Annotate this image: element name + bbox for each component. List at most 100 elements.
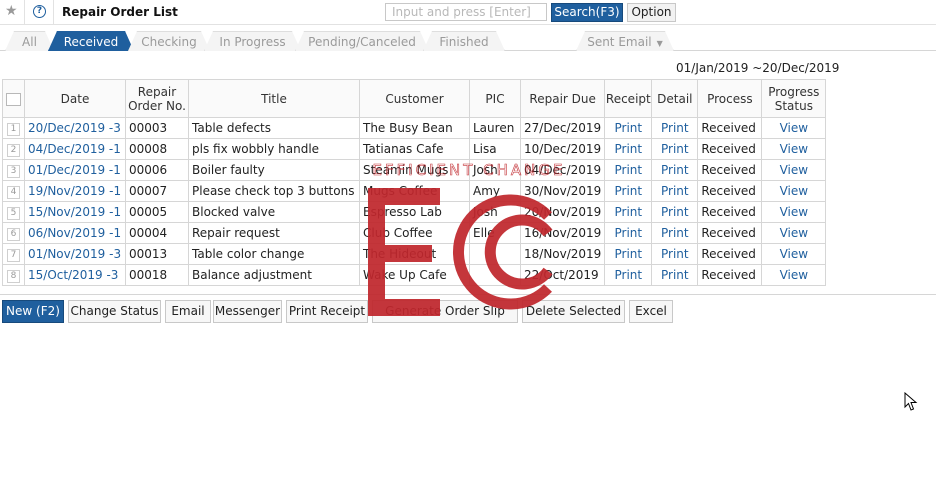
row-number-badge[interactable]: 1 [7, 123, 20, 136]
receipt-print-link[interactable]: Print [604, 180, 653, 202]
cell-process: Received [697, 222, 763, 244]
receipt-print-link[interactable]: Print [604, 201, 653, 223]
cell-date[interactable]: 01/Dec/2019 -1 [24, 159, 126, 181]
help-icon[interactable]: ? [33, 5, 46, 18]
row-number-badge[interactable]: 7 [7, 249, 20, 262]
header-customer[interactable]: Customer [359, 79, 470, 118]
table-header-row: Date Repair Order No. Title Customer PIC … [2, 79, 827, 118]
tab-sent-email-label: Sent Email [587, 35, 652, 49]
option-button[interactable]: Option [627, 3, 676, 22]
row-number-badge[interactable]: 6 [7, 228, 20, 241]
tab-pending-canceled[interactable]: Pending/Canceled [295, 31, 429, 51]
table-row[interactable]: 1 20/Dec/2019 -3 00003 Table defects The Bus… [2, 117, 827, 139]
header-date[interactable]: Date [24, 79, 126, 118]
new-button[interactable]: New (F2) [2, 300, 64, 323]
print-receipt-button[interactable]: Print Receipt [286, 300, 368, 323]
detail-print-link[interactable]: Print [651, 201, 699, 223]
row-number: 3 [2, 159, 25, 181]
row-number-badge[interactable]: 8 [7, 270, 20, 283]
header-detail[interactable]: Detail [651, 79, 699, 118]
cell-date[interactable]: 01/Nov/2019 -3 [24, 243, 126, 265]
header-ro-line1: Repair [137, 84, 177, 99]
cell-pic: Lauren [469, 117, 521, 139]
detail-print-link[interactable]: Print [651, 264, 699, 286]
email-button[interactable]: Email [165, 300, 211, 323]
detail-print-link[interactable]: Print [651, 159, 699, 181]
cell-process: Received [697, 201, 763, 223]
select-all-header [2, 79, 25, 118]
cell-date[interactable]: 06/Nov/2019 -1 [24, 222, 126, 244]
progress-view-link[interactable]: View [761, 222, 827, 244]
header-repair-order-no[interactable]: Repair Order No. [125, 79, 189, 118]
header-repair-due[interactable]: Repair Due [519, 79, 606, 118]
tab-in-progress[interactable]: In Progress [204, 31, 301, 51]
progress-view-link[interactable]: View [761, 117, 827, 139]
tab-all[interactable]: All [5, 31, 54, 51]
header-pic[interactable]: PIC [469, 79, 521, 118]
receipt-print-link[interactable]: Print [604, 264, 653, 286]
star-icon[interactable]: ★ [5, 3, 18, 19]
row-number: 5 [2, 201, 25, 223]
receipt-print-link[interactable]: Print [604, 117, 653, 139]
mouse-cursor-icon [904, 392, 918, 411]
progress-view-link[interactable]: View [761, 159, 827, 181]
row-number-badge[interactable]: 5 [7, 207, 20, 220]
header-process[interactable]: Process [697, 79, 763, 118]
row-number-badge[interactable]: 4 [7, 186, 20, 199]
search-input[interactable] [385, 3, 547, 21]
cell-title: Table defects [188, 117, 360, 139]
cell-title: Table color change [188, 243, 360, 265]
header-title[interactable]: Title [188, 79, 360, 118]
cell-repair-order-no: 00006 [125, 159, 189, 181]
cell-title: pls fix wobbly handle [188, 138, 360, 160]
cell-title: Balance adjustment [188, 264, 360, 286]
detail-print-link[interactable]: Print [651, 222, 699, 244]
receipt-print-link[interactable]: Print [604, 138, 653, 160]
row-number-badge[interactable]: 2 [7, 144, 20, 157]
cell-date[interactable]: 20/Dec/2019 -3 [24, 117, 126, 139]
cell-date[interactable]: 15/Nov/2019 -1 [24, 201, 126, 223]
detail-print-link[interactable]: Print [651, 180, 699, 202]
cell-process: Received [697, 159, 763, 181]
cell-repair-order-no: 00007 [125, 180, 189, 202]
cell-date[interactable]: 15/Oct/2019 -3 [24, 264, 126, 286]
progress-view-link[interactable]: View [761, 180, 827, 202]
receipt-print-link[interactable]: Print [604, 159, 653, 181]
detail-print-link[interactable]: Print [651, 117, 699, 139]
select-all-checkbox[interactable] [6, 92, 21, 106]
cell-process: Received [697, 138, 763, 160]
excel-button[interactable]: Excel [629, 300, 673, 323]
divider [53, 0, 54, 25]
watermark-e-letter [368, 188, 440, 316]
tab-received[interactable]: Received [48, 31, 134, 51]
tab-sent-email[interactable]: Sent Email ▼ [576, 31, 674, 51]
progress-view-link[interactable]: View [761, 138, 827, 160]
cell-repair-order-no: 00005 [125, 201, 189, 223]
watermark-logo: EFFICIENT CHANGE [368, 161, 563, 316]
receipt-print-link[interactable]: Print [604, 222, 653, 244]
cell-process: Received [697, 180, 763, 202]
detail-print-link[interactable]: Print [651, 243, 699, 265]
cell-date[interactable]: 04/Dec/2019 -1 [24, 138, 126, 160]
tab-checking[interactable]: Checking [128, 31, 210, 51]
cell-process: Received [697, 264, 763, 286]
divider [24, 0, 25, 25]
progress-view-link[interactable]: View [761, 201, 827, 223]
change-status-button[interactable]: Change Status [68, 300, 161, 323]
receipt-print-link[interactable]: Print [604, 243, 653, 265]
messenger-button[interactable]: Messenger [213, 300, 282, 323]
header-progress-status[interactable]: Progress Status [761, 79, 827, 118]
header-ro-line2: Order No. [128, 98, 186, 113]
search-button[interactable]: Search(F3) [551, 3, 623, 22]
cell-title: Please check top 3 buttons [188, 180, 360, 202]
cell-date[interactable]: 19/Nov/2019 -1 [24, 180, 126, 202]
date-range: 01/Jan/2019 ~20/Dec/2019 [676, 61, 840, 75]
row-number-badge[interactable]: 3 [7, 165, 20, 178]
cell-repair-due: 27/Dec/2019 [519, 117, 606, 139]
detail-print-link[interactable]: Print [651, 138, 699, 160]
progress-view-link[interactable]: View [761, 264, 827, 286]
tab-finished[interactable]: Finished [423, 31, 505, 51]
progress-view-link[interactable]: View [761, 243, 827, 265]
header-receipt[interactable]: Receipt [604, 79, 653, 118]
cell-repair-order-no: 00003 [125, 117, 189, 139]
